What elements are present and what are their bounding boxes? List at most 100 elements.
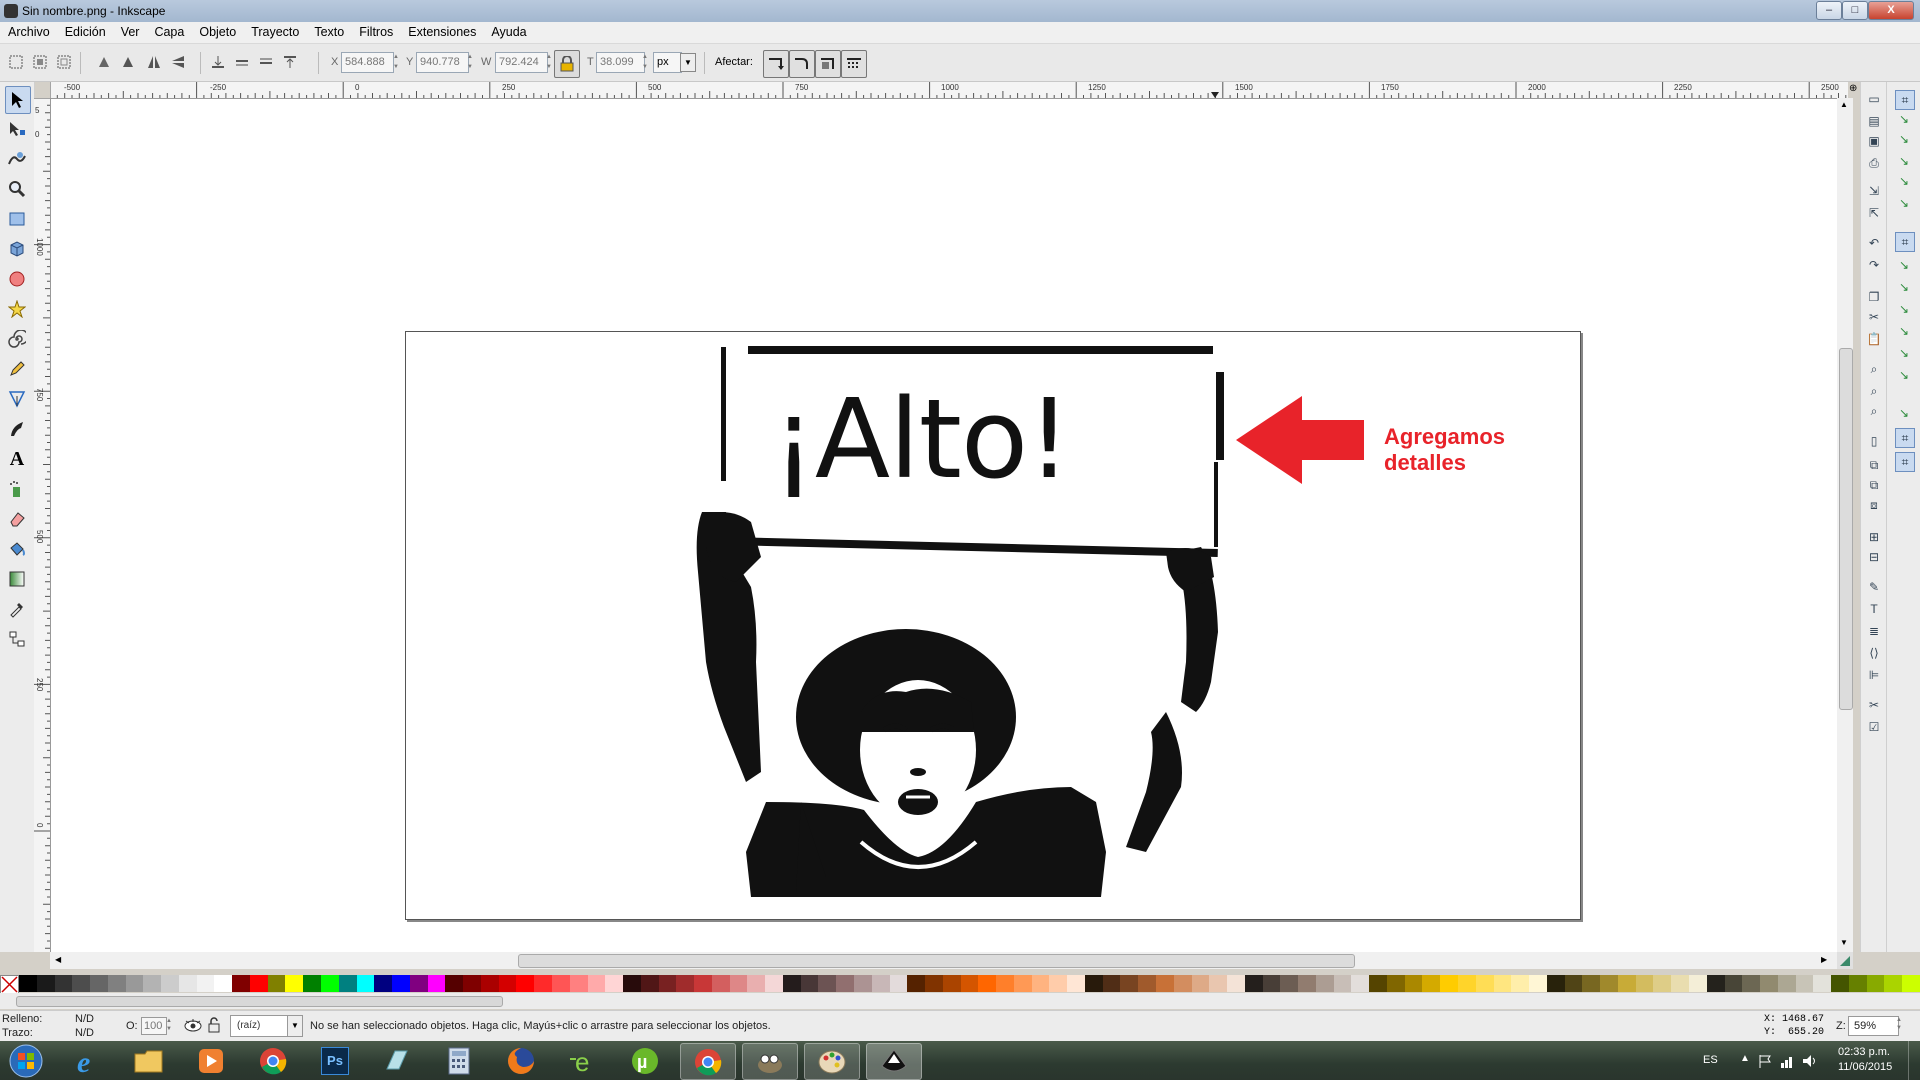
color-swatch[interactable] <box>1351 975 1370 992</box>
import-icon[interactable]: ⇲ <box>1865 182 1883 200</box>
color-swatch[interactable] <box>765 975 783 992</box>
drawing-canvas[interactable]: ¡Alto! Agregamos detalles <box>51 99 1837 952</box>
color-swatch[interactable] <box>1493 975 1512 992</box>
menu-ayuda[interactable]: Ayuda <box>483 22 533 39</box>
export-icon[interactable]: ⇱ <box>1865 204 1883 222</box>
menu-filtros[interactable]: Filtros <box>351 22 400 39</box>
fill-value[interactable]: N/D <box>75 1013 94 1025</box>
color-swatch[interactable] <box>427 975 446 992</box>
color-swatch[interactable] <box>1386 975 1405 992</box>
taskbar-calculator[interactable] <box>432 1043 486 1078</box>
eraser-tool-icon[interactable] <box>5 506 29 532</box>
color-swatch[interactable] <box>1511 975 1530 992</box>
zoom-tool-icon[interactable] <box>5 176 29 202</box>
color-swatch[interactable] <box>1298 975 1316 992</box>
document-properties-icon[interactable]: ☑ <box>1865 718 1883 736</box>
color-swatch[interactable] <box>498 975 517 992</box>
w-field[interactable]: 792.424 <box>495 52 548 73</box>
color-swatch[interactable] <box>836 975 854 992</box>
x-spinner-icon[interactable]: ▲ ▼ <box>393 52 402 73</box>
color-swatch[interactable] <box>1795 975 1814 992</box>
rotate-cw-icon[interactable] <box>120 54 136 70</box>
scroll-up-icon[interactable]: ▲ <box>1840 100 1848 109</box>
color-swatch[interactable] <box>1404 975 1423 992</box>
snap-toggle-icon[interactable]: ↘ <box>1895 278 1913 296</box>
open-icon[interactable]: ▤ <box>1865 112 1883 130</box>
color-swatch[interactable] <box>942 975 961 992</box>
color-manage-toggle[interactable] <box>1837 952 1853 969</box>
close-button[interactable]: X <box>1868 1 1914 20</box>
menu-texto[interactable]: Texto <box>306 22 351 39</box>
color-swatch[interactable] <box>534 975 552 992</box>
zoom-width-icon[interactable]: ▯ <box>1865 432 1883 450</box>
star-tool-icon[interactable] <box>5 296 29 322</box>
horizontal-scrollbar[interactable]: ◀ ▶ <box>50 952 1837 969</box>
color-swatch[interactable] <box>1422 975 1441 992</box>
select-all-layers-icon[interactable] <box>32 54 48 70</box>
color-swatch[interactable] <box>1866 975 1885 992</box>
selector-tool-icon[interactable] <box>5 86 31 114</box>
scroll-left-icon[interactable]: ◀ <box>55 955 61 964</box>
menu-trayecto[interactable]: Trayecto <box>243 22 306 39</box>
taskbar-photoshop[interactable]: Ps <box>308 1043 362 1078</box>
color-swatch[interactable] <box>1582 975 1601 992</box>
color-swatch[interactable] <box>1262 975 1281 992</box>
color-swatch[interactable] <box>587 975 606 992</box>
snap-toggle-icon[interactable]: ↘ <box>1895 130 1913 148</box>
color-swatch[interactable] <box>1475 975 1494 992</box>
action-center-flag-icon[interactable] <box>1757 1053 1773 1069</box>
paste-icon[interactable]: 📋 <box>1865 330 1883 348</box>
taskbar-app-12[interactable] <box>742 1043 798 1080</box>
duplicate-icon[interactable]: ⧉ <box>1865 456 1883 474</box>
color-swatch[interactable] <box>1102 975 1121 992</box>
taskbar-firefox[interactable] <box>494 1043 548 1078</box>
horizontal-ruler[interactable]: -500 -250 0 250 500 750 1000 1250 1500 1… <box>50 82 1848 99</box>
color-swatch[interactable] <box>1440 975 1459 992</box>
color-swatch[interactable] <box>161 975 179 992</box>
snap-toggle-icon[interactable]: ↘ <box>1895 344 1913 362</box>
scroll-down-icon[interactable]: ▼ <box>1840 938 1848 947</box>
taskbar-ie[interactable]: e <box>60 1043 114 1078</box>
layer-lock-icon[interactable] <box>208 1017 220 1033</box>
snap-toggle-icon[interactable]: ↘ <box>1895 366 1913 384</box>
text-font-icon[interactable]: T <box>1865 600 1883 618</box>
color-swatch[interactable] <box>1902 975 1920 992</box>
save-icon[interactable]: ▣ <box>1865 132 1883 150</box>
unit-dropdown-icon[interactable]: ▼ <box>680 53 696 72</box>
undo-icon[interactable]: ↶ <box>1865 234 1883 252</box>
new-document-icon[interactable]: ▭ <box>1865 90 1883 108</box>
menu-edicion[interactable]: Edición <box>57 22 113 39</box>
color-swatch[interactable] <box>125 975 144 992</box>
color-swatch[interactable] <box>747 975 766 992</box>
color-swatch[interactable] <box>800 975 819 992</box>
color-swatch[interactable] <box>1653 975 1672 992</box>
color-swatch[interactable] <box>551 975 570 992</box>
taskbar-media-player[interactable] <box>184 1043 238 1078</box>
color-swatch[interactable] <box>249 975 268 992</box>
snap-toggle-icon[interactable]: ↘ <box>1895 172 1913 190</box>
color-swatch[interactable] <box>960 975 979 992</box>
color-swatch[interactable] <box>1617 975 1636 992</box>
color-swatch[interactable] <box>338 975 357 992</box>
color-swatch[interactable] <box>392 975 410 992</box>
color-swatch[interactable] <box>694 975 712 992</box>
eye-icon[interactable] <box>184 1018 202 1032</box>
color-swatch[interactable] <box>871 975 890 992</box>
language-indicator[interactable]: ES <box>1703 1054 1718 1066</box>
taskbar-chrome[interactable] <box>246 1043 300 1078</box>
color-swatch[interactable] <box>1564 975 1583 992</box>
text-tool-icon[interactable]: A <box>5 446 29 472</box>
horizontal-scroll-thumb[interactable] <box>518 954 1355 968</box>
color-swatch[interactable] <box>321 975 339 992</box>
tweak-tool-icon[interactable] <box>5 146 29 172</box>
color-swatch[interactable] <box>729 975 748 992</box>
color-swatch[interactable] <box>1458 975 1476 992</box>
palette-scroll-thumb[interactable] <box>16 996 503 1007</box>
color-swatch[interactable] <box>1742 975 1761 992</box>
snap-toggle-icon[interactable]: ↘ <box>1895 194 1913 212</box>
color-swatch[interactable] <box>1173 975 1192 992</box>
color-swatch[interactable] <box>107 975 126 992</box>
spiral-tool-icon[interactable] <box>5 326 29 352</box>
color-swatch[interactable] <box>1777 975 1796 992</box>
h-field[interactable]: 38.099 <box>596 52 645 73</box>
